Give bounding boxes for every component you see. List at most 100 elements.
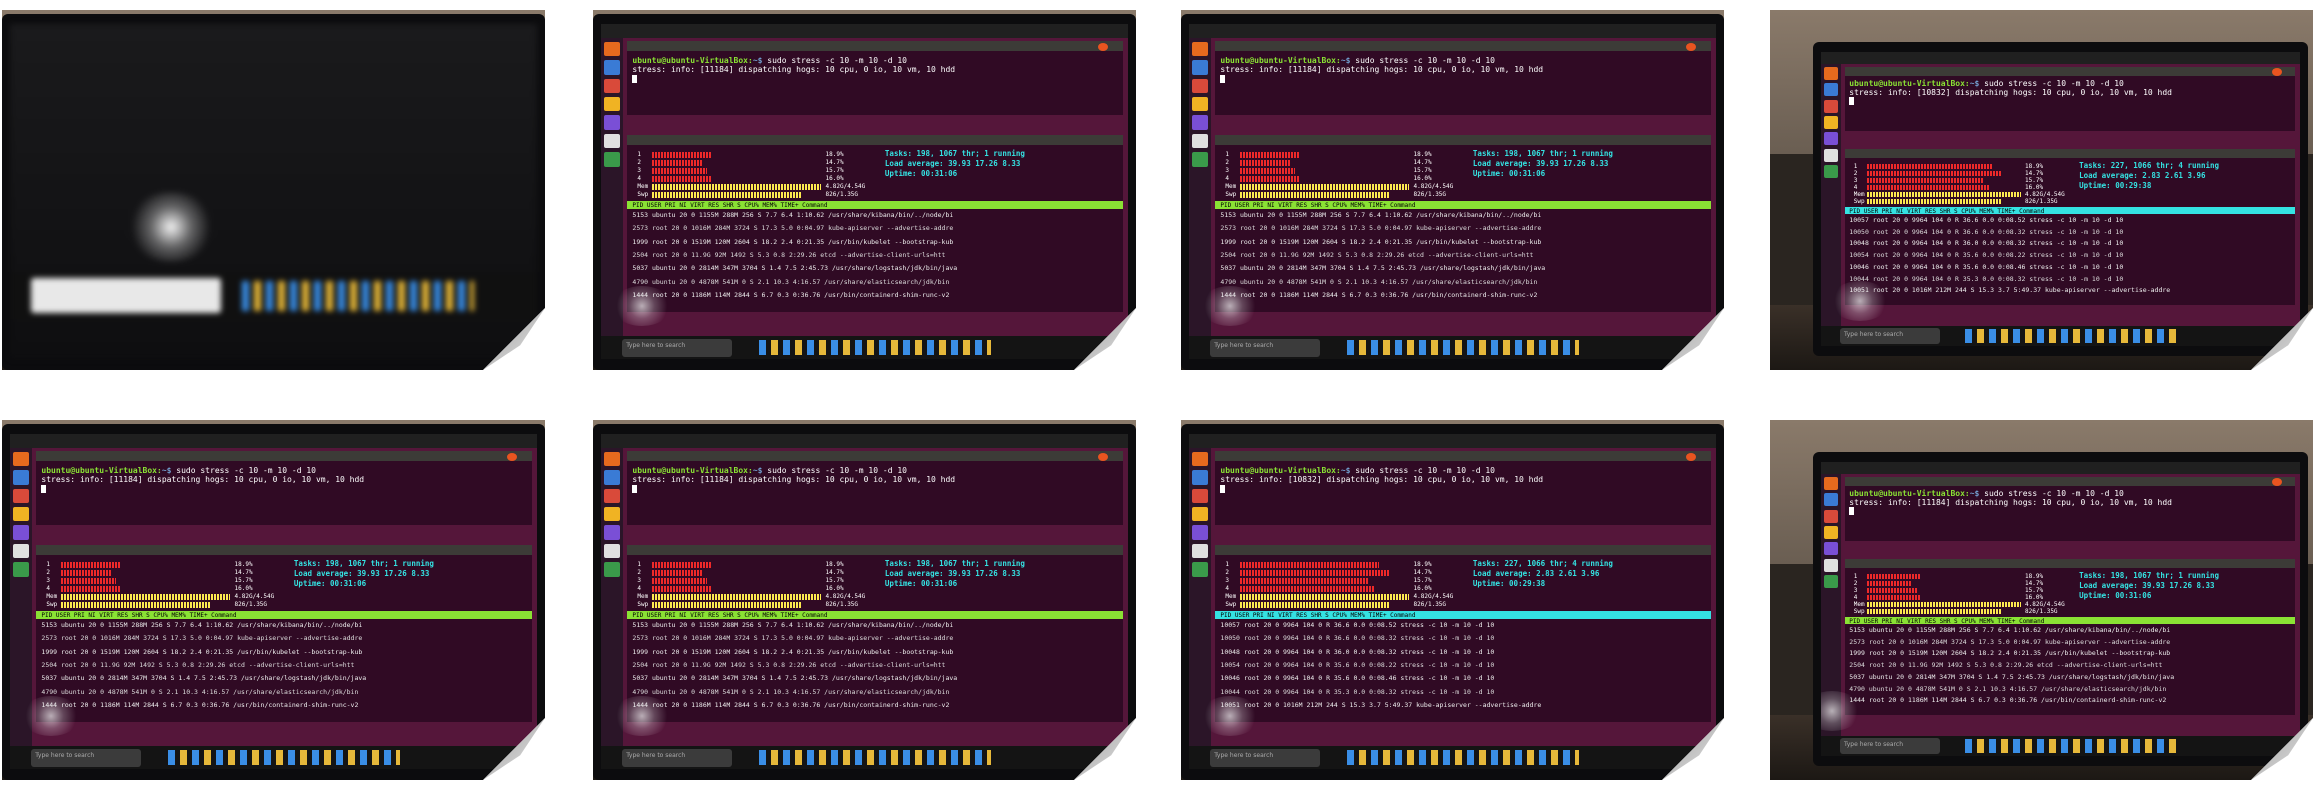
- photo-thumbnail[interactable]: ubuntu@ubuntu-VirtualBox:~$ sudo stress …: [1770, 10, 2313, 370]
- dock-app-icon[interactable]: [1823, 575, 1838, 588]
- dock-app-icon[interactable]: [1823, 99, 1838, 113]
- close-icon[interactable]: [2271, 68, 2282, 77]
- photo-thumbnail[interactable]: ubuntu@ubuntu-VirtualBox:~$ sudo stress …: [593, 420, 1136, 780]
- htop-load: Load average: 39.93 17.26 8.33: [2079, 581, 2215, 591]
- taskbar-search[interactable]: [31, 277, 221, 314]
- taskbar-search[interactable]: Type here to search: [622, 338, 732, 357]
- dock-app-icon[interactable]: [13, 451, 29, 467]
- terminal-cursor-line: [1220, 485, 1226, 494]
- dock-app-icon[interactable]: [604, 525, 620, 540]
- taskbar-app-icons[interactable]: [759, 340, 991, 356]
- dock-app-icon[interactable]: [604, 562, 620, 577]
- taskbar-search[interactable]: Type here to search: [1210, 338, 1320, 357]
- dock-app-icon[interactable]: [1823, 116, 1838, 129]
- dock-app-icon[interactable]: [604, 451, 620, 467]
- taskbar-app-icons[interactable]: [1347, 340, 1579, 356]
- taskbar-app-icons[interactable]: [1964, 739, 2176, 753]
- close-icon[interactable]: [1685, 43, 1696, 52]
- dock-app-icon[interactable]: [604, 96, 620, 112]
- taskbar-app-icons[interactable]: [759, 750, 991, 766]
- dock-app-icon[interactable]: [13, 543, 29, 559]
- dock-app-icon[interactable]: [1192, 152, 1208, 167]
- dock-app-icon[interactable]: [1823, 83, 1838, 97]
- dock-app-icon[interactable]: [604, 115, 620, 130]
- process-row: 2504 root 20 0 11.9G 92M 1492 S 5.3 0.8 …: [632, 251, 946, 260]
- dock-app-icon[interactable]: [1192, 543, 1208, 559]
- dock-app-icon[interactable]: [1823, 67, 1838, 80]
- dock-app-icon[interactable]: [1192, 451, 1208, 467]
- dock-app-icon[interactable]: [604, 506, 620, 522]
- dock-app-icon[interactable]: [604, 60, 620, 75]
- dock-app-icon[interactable]: [1823, 558, 1838, 572]
- taskbar-search[interactable]: Type here to search: [1840, 328, 1940, 344]
- dock-app-icon[interactable]: [604, 488, 620, 503]
- dock-app-icon[interactable]: [604, 152, 620, 167]
- dock-app-icon[interactable]: [604, 78, 620, 93]
- close-icon[interactable]: [1097, 453, 1108, 462]
- taskbar-app-icons[interactable]: [168, 750, 400, 766]
- memory-usage-bar: [1240, 183, 1409, 190]
- dock-app-icon[interactable]: [1192, 470, 1208, 485]
- photo-thumbnail[interactable]: ubuntu@ubuntu-VirtualBox:~$ sudo stress …: [1181, 420, 1724, 780]
- dock-app-icon[interactable]: [1192, 41, 1208, 57]
- dock-app-icon[interactable]: [604, 133, 620, 149]
- photo-thumbnail[interactable]: [2, 10, 545, 370]
- taskbar-search[interactable]: Type here to search: [1210, 748, 1320, 767]
- dock-app-icon[interactable]: [604, 543, 620, 559]
- dock-app-icon[interactable]: [1192, 562, 1208, 577]
- taskbar-app-icons[interactable]: [1964, 329, 2176, 343]
- dock-app-icon[interactable]: [1823, 132, 1838, 146]
- photo-thumbnail[interactable]: ubuntu@ubuntu-VirtualBox:~$ sudo stress …: [1770, 420, 2313, 780]
- process-table-header: PID USER PRI NI VIRT RES SHR S CPU% MEM%…: [1215, 610, 1711, 619]
- photo-thumbnail[interactable]: ubuntu@ubuntu-VirtualBox:~$ sudo stress …: [1181, 10, 1724, 370]
- dock-app-icon[interactable]: [1823, 542, 1838, 556]
- photo-thumbnail[interactable]: ubuntu@ubuntu-VirtualBox:~$ sudo stress …: [2, 420, 545, 780]
- dock-app-icon[interactable]: [604, 470, 620, 485]
- process-table-header: PID USER PRI NI VIRT RES SHR S CPU% MEM%…: [1844, 616, 2296, 624]
- close-icon[interactable]: [506, 453, 517, 462]
- dock-app-icon[interactable]: [1823, 477, 1838, 490]
- dock-app-icon[interactable]: [13, 506, 29, 522]
- htop-window: 1 18.9% 2 14.7% 3 15.7% 4 16.0% Mem 4.82G/4.54G Sw…: [36, 544, 532, 723]
- dock-app-icon[interactable]: [1192, 60, 1208, 75]
- dock-app-icon[interactable]: [1823, 526, 1838, 539]
- taskbar-search[interactable]: Type here to search: [622, 748, 732, 767]
- close-icon[interactable]: [1097, 43, 1108, 52]
- dock-app-icon[interactable]: [1823, 165, 1838, 178]
- dock-app-icon[interactable]: [1192, 133, 1208, 149]
- taskbar-app-icons[interactable]: [241, 280, 474, 311]
- dock-app-icon[interactable]: [1823, 509, 1838, 523]
- htop-uptime: Uptime: 00:29:38: [1472, 579, 1546, 589]
- process-row: 5153 ubuntu 20 0 1155M 288M 256 S 7.7 6.…: [632, 621, 954, 630]
- cpu-percent: 16.0%: [2025, 594, 2044, 602]
- dock-app-icon[interactable]: [1192, 488, 1208, 503]
- cpu-core-label: 2: [1853, 580, 1858, 587]
- windows-taskbar: [10, 272, 537, 320]
- taskbar-search[interactable]: Type here to search: [1840, 738, 1940, 754]
- cpu-core-label: 2: [1853, 170, 1858, 177]
- dock-app-icon[interactable]: [13, 562, 29, 577]
- ubuntu-top-bar: [1820, 51, 2301, 64]
- close-icon[interactable]: [2271, 478, 2282, 487]
- photo-thumbnail[interactable]: ubuntu@ubuntu-VirtualBox:~$ sudo stress …: [593, 10, 1136, 370]
- taskbar-search[interactable]: Type here to search: [31, 748, 141, 767]
- dock-app-icon[interactable]: [1192, 506, 1208, 522]
- dock-app-icon[interactable]: [1192, 96, 1208, 112]
- stress-info-line: stress: info: [11184] dispatching hogs: …: [632, 65, 956, 75]
- cpu-core-label: 4: [637, 174, 641, 182]
- taskbar-app-icons[interactable]: [1347, 750, 1579, 766]
- dock-app-icon[interactable]: [1823, 148, 1838, 162]
- swap-value: 826/1.35G: [1413, 600, 1447, 608]
- dock-app-icon[interactable]: [1192, 115, 1208, 130]
- dock-app-icon[interactable]: [1823, 493, 1838, 507]
- cpu-usage-bar: [1867, 177, 1985, 184]
- close-icon[interactable]: [1685, 453, 1696, 462]
- dock-app-icon[interactable]: [13, 488, 29, 503]
- dock-app-icon[interactable]: [1192, 78, 1208, 93]
- dock-app-icon[interactable]: [604, 41, 620, 57]
- monitor-screen: ubuntu@ubuntu-VirtualBox:~$ sudo stress …: [10, 434, 537, 770]
- dock-app-icon[interactable]: [13, 470, 29, 485]
- dock-app-icon[interactable]: [13, 525, 29, 540]
- dock-app-icon[interactable]: [1192, 525, 1208, 540]
- prompt-user: ubuntu@ubuntu-VirtualBox:: [1220, 465, 1341, 475]
